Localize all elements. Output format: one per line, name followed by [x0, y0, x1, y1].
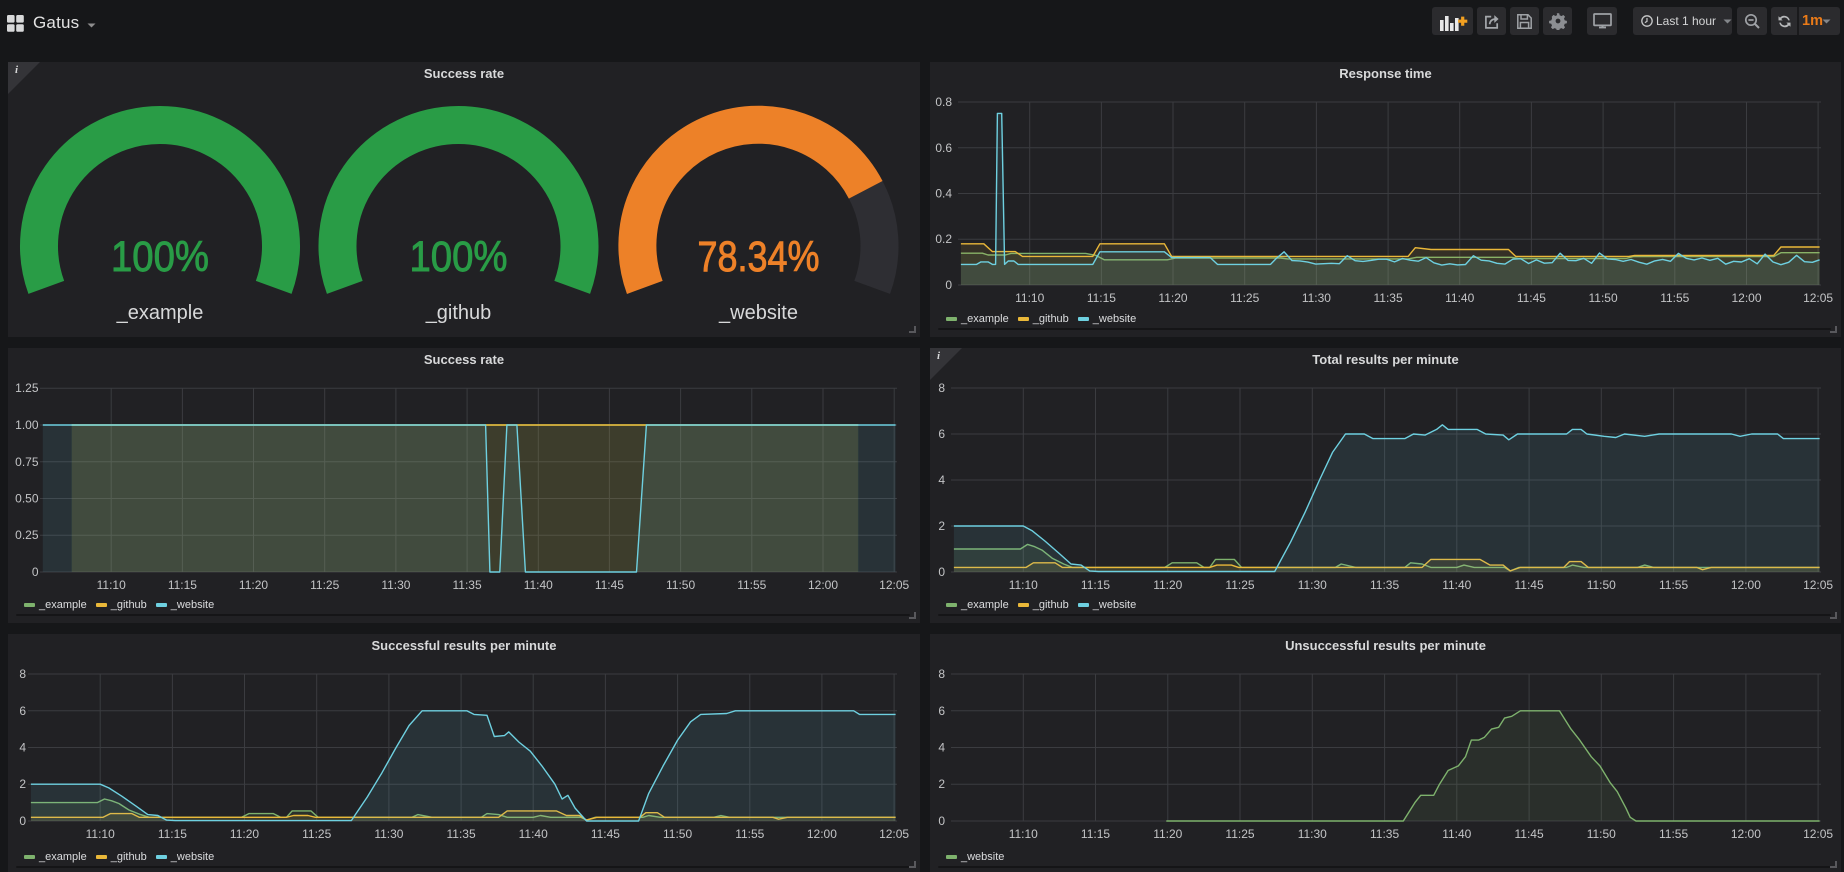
- svg-text:11:30: 11:30: [1298, 827, 1327, 841]
- svg-text:11:55: 11:55: [1659, 827, 1688, 841]
- svg-text:0.75: 0.75: [15, 455, 39, 469]
- svg-text:11:50: 11:50: [1587, 827, 1616, 841]
- svg-text:11:10: 11:10: [1009, 827, 1038, 841]
- svg-text:2: 2: [19, 777, 26, 791]
- svg-text:11:40: 11:40: [524, 578, 553, 592]
- svg-text:11:35: 11:35: [447, 827, 476, 841]
- svg-text:4: 4: [938, 473, 945, 487]
- svg-text:11:25: 11:25: [1225, 827, 1254, 841]
- svg-text:4: 4: [938, 741, 945, 755]
- svg-text:1.00: 1.00: [15, 418, 39, 432]
- svg-text:_github: _github: [425, 302, 492, 324]
- svg-text:11:55: 11:55: [737, 578, 766, 592]
- svg-text:11:50: 11:50: [666, 578, 695, 592]
- svg-text:11:15: 11:15: [1087, 291, 1116, 305]
- svg-text:11:55: 11:55: [1659, 578, 1688, 592]
- svg-text:2: 2: [938, 777, 945, 791]
- svg-text:8: 8: [19, 667, 26, 681]
- svg-text:11:25: 11:25: [310, 578, 339, 592]
- svg-text:11:15: 11:15: [1081, 827, 1110, 841]
- svg-text:11:40: 11:40: [1442, 827, 1471, 841]
- svg-text:11:40: 11:40: [519, 827, 548, 841]
- svg-text:100%: 100%: [111, 233, 209, 281]
- svg-text:11:35: 11:35: [1370, 827, 1399, 841]
- svg-text:12:00: 12:00: [1731, 578, 1761, 592]
- svg-text:11:20: 11:20: [1153, 827, 1182, 841]
- svg-text:12:05: 12:05: [1803, 578, 1833, 592]
- svg-text:0: 0: [945, 278, 952, 292]
- svg-text:0.50: 0.50: [15, 492, 39, 506]
- svg-text:12:05: 12:05: [1803, 291, 1833, 305]
- svg-text:0: 0: [19, 814, 26, 828]
- svg-text:11:45: 11:45: [1517, 291, 1546, 305]
- svg-text:11:30: 11:30: [374, 827, 403, 841]
- svg-text:11:10: 11:10: [97, 578, 126, 592]
- svg-text:11:45: 11:45: [595, 578, 624, 592]
- svg-text:11:10: 11:10: [1015, 291, 1044, 305]
- svg-text:6: 6: [19, 704, 26, 718]
- svg-text:11:25: 11:25: [302, 827, 331, 841]
- svg-text:11:35: 11:35: [1370, 578, 1399, 592]
- svg-text:11:10: 11:10: [86, 827, 115, 841]
- svg-text:11:30: 11:30: [1302, 291, 1331, 305]
- svg-text:11:50: 11:50: [1587, 578, 1616, 592]
- svg-text:11:40: 11:40: [1445, 291, 1474, 305]
- svg-text:0: 0: [32, 565, 39, 579]
- svg-text:11:20: 11:20: [230, 827, 259, 841]
- svg-text:11:25: 11:25: [1230, 291, 1259, 305]
- svg-text:11:15: 11:15: [1081, 578, 1110, 592]
- svg-text:11:55: 11:55: [1660, 291, 1689, 305]
- svg-text:11:30: 11:30: [1298, 578, 1327, 592]
- svg-text:11:50: 11:50: [1589, 291, 1618, 305]
- svg-text:11:20: 11:20: [1158, 291, 1187, 305]
- svg-text:_website: _website: [718, 302, 798, 324]
- svg-text:12:05: 12:05: [879, 827, 909, 841]
- svg-text:0: 0: [938, 565, 945, 579]
- svg-text:0.2: 0.2: [935, 232, 952, 246]
- svg-text:12:00: 12:00: [1731, 291, 1761, 305]
- svg-text:0.8: 0.8: [935, 95, 952, 109]
- svg-text:2: 2: [938, 519, 945, 533]
- svg-text:_example: _example: [116, 302, 204, 324]
- svg-text:11:55: 11:55: [735, 827, 764, 841]
- svg-text:11:20: 11:20: [239, 578, 268, 592]
- svg-text:11:35: 11:35: [1374, 291, 1403, 305]
- svg-text:11:10: 11:10: [1009, 578, 1038, 592]
- svg-text:0.6: 0.6: [935, 141, 952, 155]
- svg-text:11:30: 11:30: [381, 578, 410, 592]
- svg-text:11:35: 11:35: [453, 578, 482, 592]
- svg-text:12:00: 12:00: [807, 827, 837, 841]
- svg-text:78.34%: 78.34%: [698, 233, 820, 281]
- svg-text:11:50: 11:50: [663, 827, 692, 841]
- svg-text:0.25: 0.25: [15, 528, 39, 542]
- svg-text:11:45: 11:45: [591, 827, 620, 841]
- svg-text:4: 4: [19, 741, 26, 755]
- svg-text:100%: 100%: [410, 233, 508, 281]
- svg-text:12:05: 12:05: [879, 578, 909, 592]
- svg-text:11:20: 11:20: [1153, 578, 1182, 592]
- svg-text:6: 6: [938, 427, 945, 441]
- svg-text:11:45: 11:45: [1515, 827, 1544, 841]
- svg-text:12:00: 12:00: [1731, 827, 1761, 841]
- svg-text:0: 0: [938, 814, 945, 828]
- svg-text:6: 6: [938, 704, 945, 718]
- svg-text:12:00: 12:00: [808, 578, 838, 592]
- svg-text:11:45: 11:45: [1515, 578, 1544, 592]
- svg-text:12:05: 12:05: [1803, 827, 1833, 841]
- svg-text:11:15: 11:15: [158, 827, 187, 841]
- svg-text:8: 8: [938, 667, 945, 681]
- svg-text:11:40: 11:40: [1442, 578, 1471, 592]
- svg-text:8: 8: [938, 381, 945, 395]
- svg-text:11:25: 11:25: [1225, 578, 1254, 592]
- svg-text:1.25: 1.25: [15, 381, 39, 395]
- svg-text:0.4: 0.4: [935, 187, 952, 201]
- svg-text:11:15: 11:15: [168, 578, 197, 592]
